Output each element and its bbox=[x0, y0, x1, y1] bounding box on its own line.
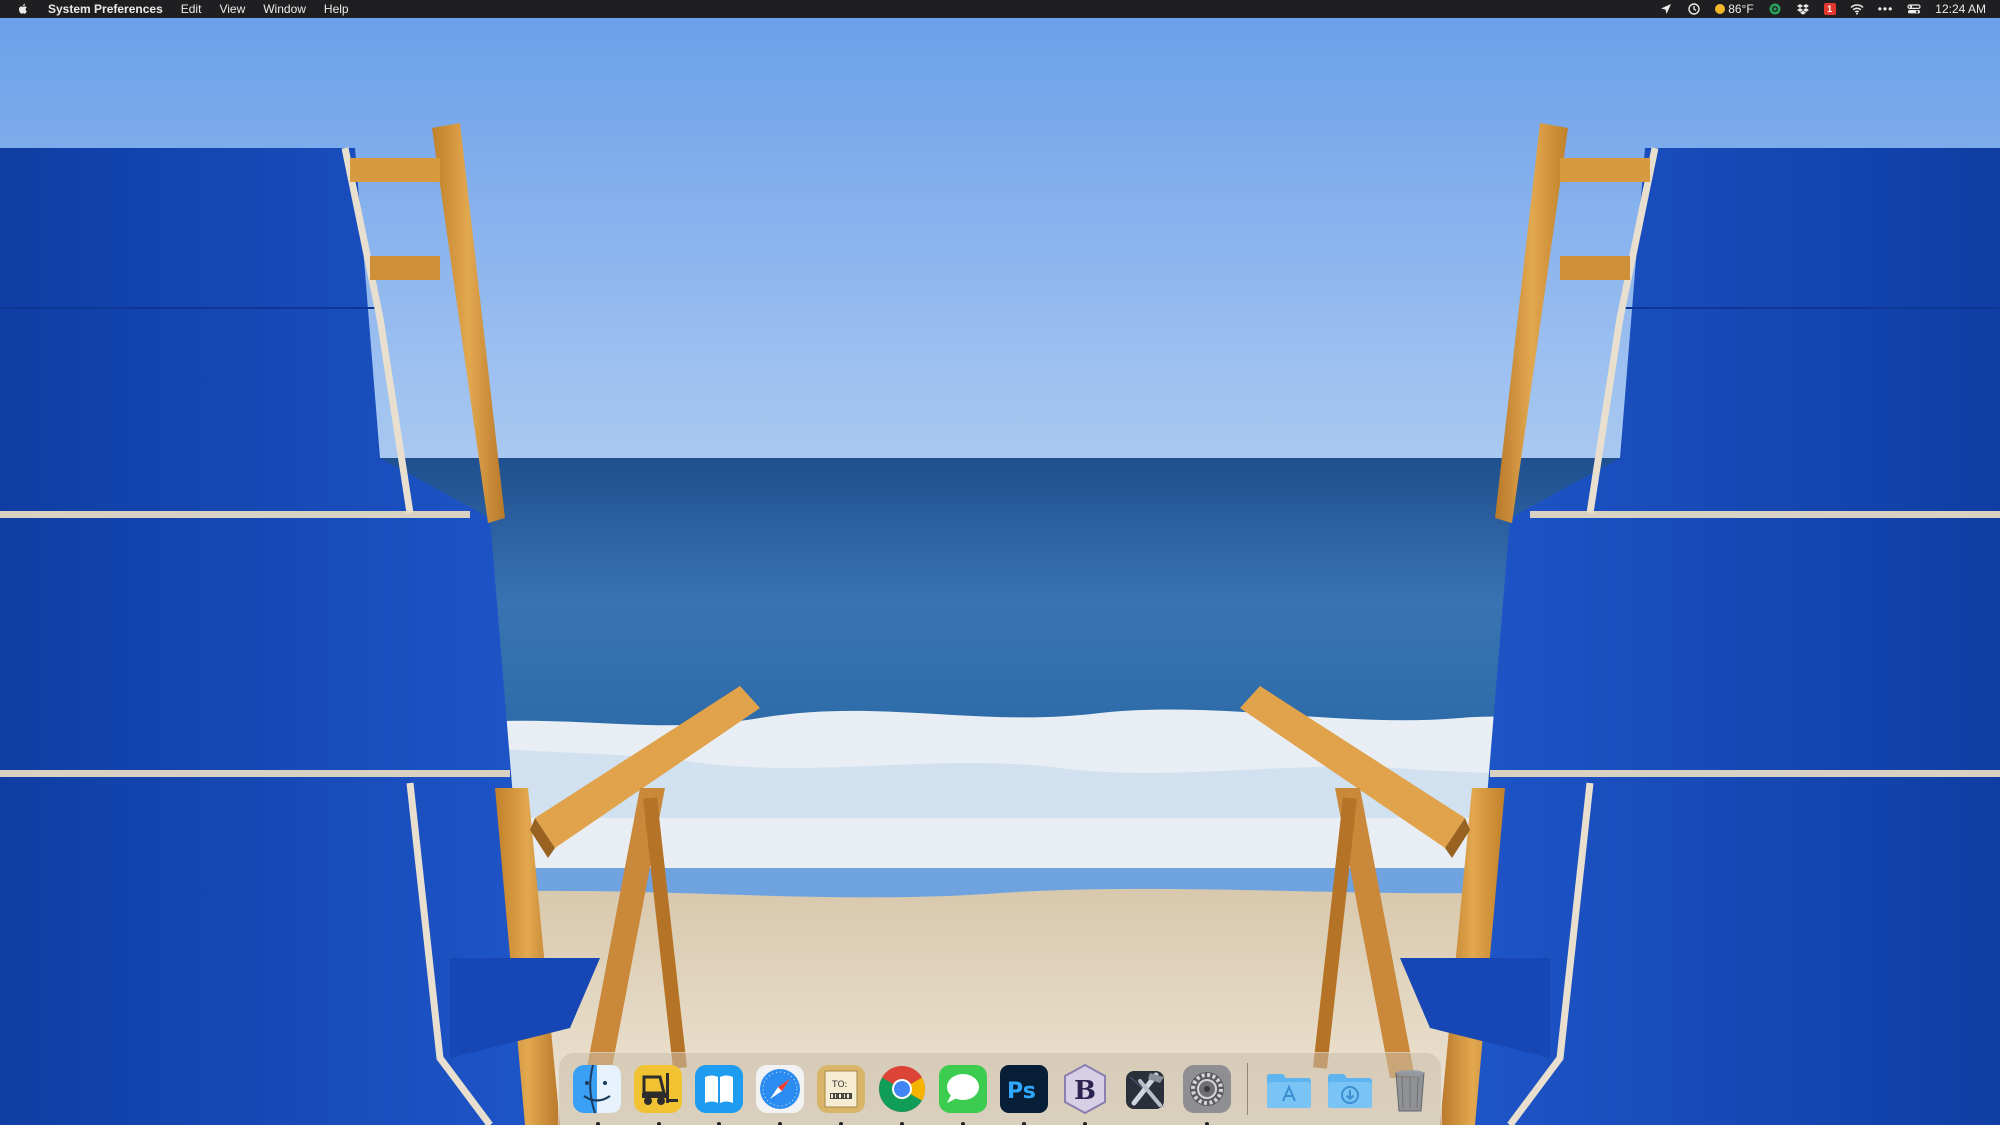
desktop: System Preferences Edit View Window Help… bbox=[0, 0, 2000, 1125]
menu-view[interactable]: View bbox=[210, 0, 254, 18]
dock-separator bbox=[1247, 1063, 1249, 1115]
dock-item-downloads-folder[interactable] bbox=[1320, 1059, 1380, 1119]
dropbox-icon[interactable] bbox=[1796, 2, 1810, 16]
desktop-wallpaper bbox=[0, 18, 2000, 1125]
dock-item-applications-folder[interactable] bbox=[1259, 1059, 1319, 1119]
photoshop-icon: Ps bbox=[999, 1065, 1048, 1113]
dock-item-safari[interactable] bbox=[750, 1059, 810, 1125]
globe-status-icon[interactable] bbox=[1768, 2, 1782, 16]
dock-item-xcode[interactable] bbox=[1116, 1059, 1176, 1119]
safari-icon bbox=[756, 1065, 805, 1113]
svg-text:TO:: TO: bbox=[831, 1080, 847, 1090]
trash-icon bbox=[1395, 1070, 1425, 1112]
menubar: System Preferences Edit View Window Help… bbox=[0, 0, 2000, 18]
menubar-clock[interactable]: 12:24 AM bbox=[1935, 2, 1986, 16]
svg-text:B: B bbox=[1074, 1076, 1096, 1106]
dock-item-trash[interactable] bbox=[1381, 1059, 1441, 1119]
sun-icon bbox=[1715, 4, 1726, 14]
gear-icon bbox=[1182, 1065, 1231, 1113]
applications-folder-icon bbox=[1266, 1074, 1311, 1108]
wifi-icon[interactable] bbox=[1850, 2, 1864, 16]
weather-status[interactable]: 86°F bbox=[1715, 2, 1754, 16]
finder-icon bbox=[573, 1064, 622, 1114]
apple-menu-icon[interactable] bbox=[16, 2, 30, 16]
mail-to-icon: TO: bbox=[817, 1065, 866, 1113]
bbedit-icon: B bbox=[1063, 1063, 1106, 1115]
location-arrow-icon[interactable] bbox=[1659, 2, 1673, 16]
calendar-icon[interactable]: 1 bbox=[1823, 3, 1836, 15]
dock-item-bbedit[interactable]: B bbox=[1055, 1059, 1115, 1125]
downloads-folder-icon bbox=[1327, 1074, 1372, 1108]
time-machine-icon[interactable] bbox=[1687, 2, 1701, 16]
control-center-icon[interactable] bbox=[1907, 2, 1921, 16]
beach-chairs-wallpaper bbox=[0, 18, 2000, 1125]
svg-text:Ps: Ps bbox=[1007, 1079, 1036, 1104]
books-icon bbox=[695, 1065, 744, 1113]
menu-window[interactable]: Window bbox=[254, 0, 315, 18]
dock-item-photoshop[interactable]: Ps bbox=[994, 1059, 1054, 1125]
dock-item-finder[interactable] bbox=[568, 1059, 628, 1125]
dock-item-forklift[interactable] bbox=[629, 1059, 689, 1125]
dock-item-system-preferences[interactable] bbox=[1177, 1059, 1237, 1125]
more-menu-icon[interactable]: ••• bbox=[1878, 2, 1894, 16]
chrome-icon bbox=[879, 1066, 926, 1112]
xcode-icon bbox=[1125, 1071, 1165, 1109]
app-menu-system-preferences[interactable]: System Preferences bbox=[44, 0, 172, 18]
menu-edit[interactable]: Edit bbox=[172, 0, 211, 18]
dock-item-mail-to[interactable]: TO: bbox=[811, 1059, 871, 1125]
forklift-icon bbox=[634, 1065, 683, 1113]
dock-item-messages[interactable] bbox=[933, 1059, 993, 1125]
weather-temperature: 86°F bbox=[1728, 2, 1754, 16]
dock-item-books[interactable] bbox=[689, 1059, 749, 1125]
dock-item-chrome[interactable] bbox=[872, 1059, 932, 1125]
menu-help[interactable]: Help bbox=[315, 0, 358, 18]
messages-icon bbox=[938, 1065, 987, 1113]
dock: TO: Ps B bbox=[558, 1052, 1442, 1125]
